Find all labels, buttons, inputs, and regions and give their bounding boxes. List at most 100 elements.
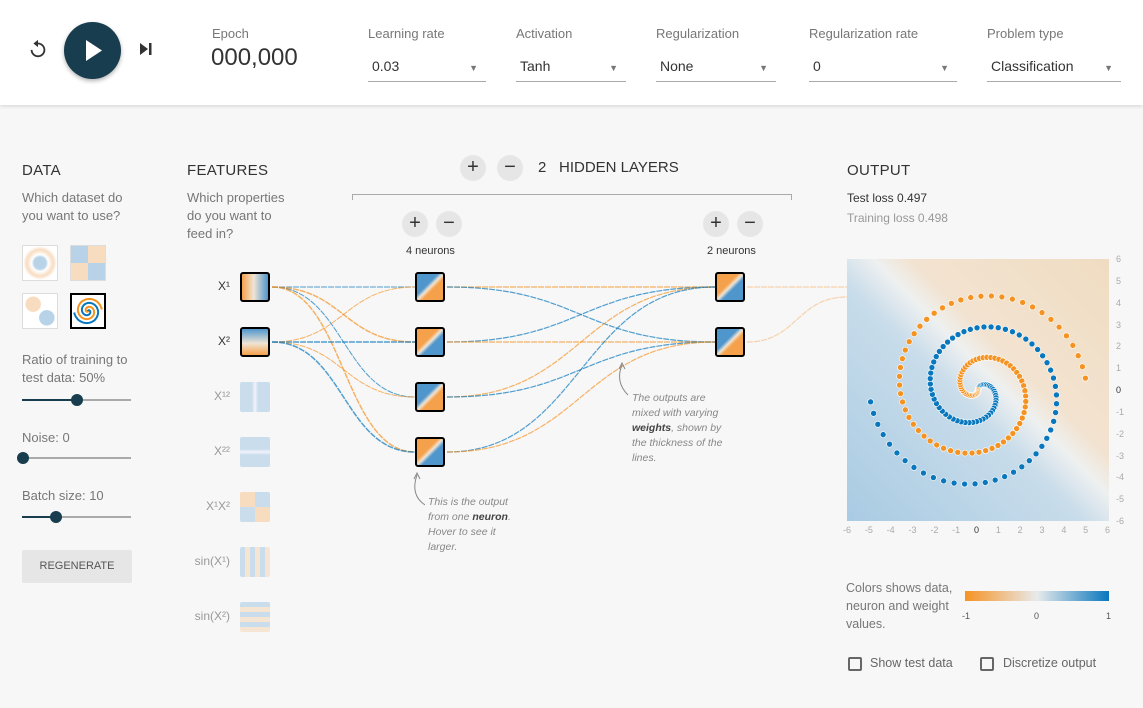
add-neuron-layer2[interactable]: + — [703, 211, 729, 237]
data-point — [1022, 335, 1030, 343]
data-point — [899, 355, 906, 362]
data-point — [961, 449, 969, 457]
output-heatmap[interactable] — [847, 259, 1109, 521]
x-axis-tick: -5 — [864, 525, 873, 535]
data-point — [998, 293, 1006, 301]
neuron-layer1[interactable] — [415, 272, 445, 302]
data-point — [1074, 352, 1082, 359]
data-point — [899, 398, 906, 406]
neuron-layer2[interactable] — [715, 327, 745, 357]
data-point — [933, 441, 941, 449]
remove-neuron-layer1[interactable]: − — [436, 211, 462, 237]
data-point — [1009, 430, 1017, 437]
data-point — [920, 469, 927, 477]
data-point — [923, 316, 930, 323]
layers-label: HIDDEN LAYERS — [559, 159, 679, 176]
data-point — [916, 322, 924, 330]
show-test-checkbox[interactable] — [848, 657, 862, 671]
data-point — [967, 294, 975, 301]
weight-link[interactable] — [271, 341, 416, 453]
data-point — [1019, 299, 1026, 306]
data-point — [940, 444, 947, 452]
data-point — [930, 309, 938, 317]
discretize-label: Discretize output — [1003, 656, 1097, 670]
data-point — [940, 477, 947, 485]
weights-note: The outputs are mixed with varying weigh… — [632, 392, 723, 464]
data-point — [1009, 328, 1016, 336]
data-point — [1032, 450, 1040, 458]
neuron-layer2[interactable] — [715, 272, 745, 302]
data-point — [910, 420, 917, 428]
x-axis-tick: -3 — [908, 525, 917, 535]
neuron-layer1[interactable] — [415, 437, 445, 467]
neuron-layer1[interactable] — [415, 327, 445, 357]
data-point — [944, 338, 951, 346]
remove-layer-button[interactable]: − — [497, 155, 523, 181]
data-point — [1050, 374, 1057, 382]
data-point — [867, 398, 874, 406]
data-point — [988, 292, 995, 300]
data-point — [896, 381, 903, 389]
data-point — [1029, 303, 1036, 311]
data-point — [1000, 438, 1007, 446]
data-point — [1020, 409, 1028, 416]
data-point — [975, 448, 983, 456]
x-axis-tick: -6 — [843, 525, 852, 535]
data-point — [1005, 434, 1012, 442]
data-point — [927, 380, 934, 388]
x-axis-tick: 2 — [1017, 525, 1023, 535]
data-point — [960, 328, 968, 335]
y-axis-tick: 2 — [1116, 341, 1122, 352]
y-axis-tick: -1 — [1116, 406, 1125, 417]
data-point — [926, 437, 934, 445]
data-point — [1034, 346, 1041, 353]
y-axis-tick: 0 — [1116, 385, 1122, 395]
data-point — [939, 304, 946, 312]
legend-text: Colors shows data, neuron and weight val… — [846, 581, 953, 631]
note-arrow-icon — [618, 361, 629, 396]
weight-link[interactable] — [446, 286, 716, 343]
data-point — [905, 338, 913, 345]
weight-link[interactable] — [271, 286, 416, 343]
data-point — [901, 457, 909, 464]
x-axis-tick: 0 — [974, 525, 980, 535]
data-point — [927, 369, 935, 377]
data-point — [930, 474, 937, 481]
data-point — [874, 421, 882, 428]
data-point — [981, 479, 989, 486]
data-point — [896, 372, 903, 380]
neuron-layer1[interactable] — [415, 382, 445, 412]
data-point — [1079, 363, 1086, 370]
y-axis-tick: -2 — [1116, 428, 1125, 439]
discretize-checkbox[interactable] — [980, 657, 994, 671]
data-point — [893, 449, 901, 457]
data-point — [1002, 326, 1009, 333]
remove-neuron-layer2[interactable]: − — [737, 211, 763, 237]
weight-link[interactable] — [271, 341, 416, 398]
y-axis-tick: -5 — [1116, 494, 1125, 505]
data-point — [1001, 473, 1008, 480]
data-point — [961, 480, 968, 488]
weight-link[interactable] — [746, 296, 848, 343]
data-point — [1053, 391, 1060, 399]
add-neuron-layer1[interactable]: + — [402, 211, 428, 237]
layer1-neurons: 4 neurons — [406, 245, 455, 257]
data-point — [950, 479, 958, 487]
data-point — [1021, 403, 1029, 411]
data-point — [968, 449, 976, 457]
data-point — [954, 331, 962, 338]
data-point — [870, 410, 877, 417]
data-point — [1022, 392, 1029, 400]
data-point — [910, 330, 918, 337]
data-point — [1015, 331, 1023, 339]
data-point — [1052, 409, 1059, 416]
layers-count: 2 — [538, 159, 547, 176]
data-point — [1047, 316, 1055, 323]
note-arrow-icon — [413, 471, 426, 506]
data-point — [902, 406, 909, 414]
data-point — [901, 346, 909, 354]
add-layer-button[interactable]: + — [460, 155, 486, 181]
test-loss: Test loss 0.497 — [847, 191, 928, 205]
data-point — [1050, 418, 1057, 425]
data-point — [1052, 383, 1059, 390]
